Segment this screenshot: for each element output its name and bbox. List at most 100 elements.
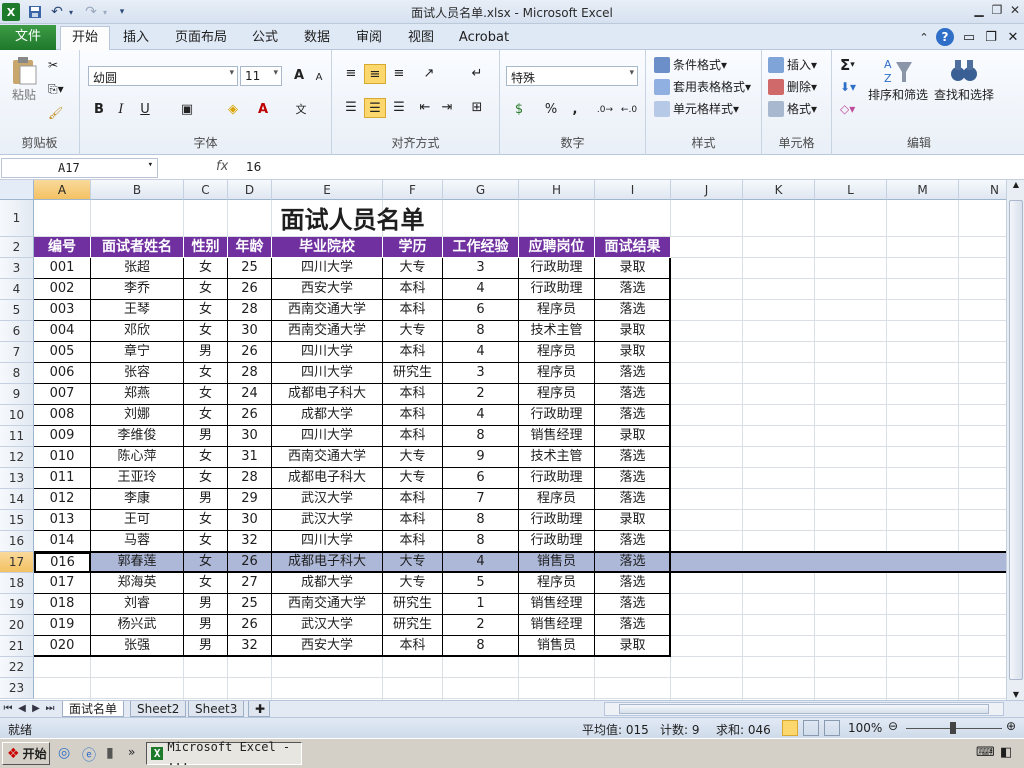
table-cell[interactable]: 落选 (595, 615, 671, 636)
table-cell[interactable]: 西南交通大学 (272, 321, 383, 342)
format-cells-button[interactable]: 格式 ▾ (768, 100, 817, 117)
table-cell[interactable]: 李乔 (91, 279, 184, 300)
table-cell[interactable]: 26 (228, 279, 272, 300)
table-header-cell[interactable]: 毕业院校 (272, 237, 383, 258)
font-name-combo[interactable]: 幼圆 ▾ (88, 66, 238, 86)
table-cell[interactable]: 落选 (595, 573, 671, 594)
table-cell[interactable]: 四川大学 (272, 363, 383, 384)
italic-button[interactable]: I (110, 100, 132, 120)
table-cell[interactable]: 26 (228, 615, 272, 636)
table-cell[interactable]: 女 (184, 321, 228, 342)
table-cell[interactable]: 本科 (383, 279, 443, 300)
align-left-icon[interactable]: ☰ (340, 98, 362, 118)
table-cell[interactable]: 女 (184, 384, 228, 405)
table-cell[interactable]: 落选 (595, 384, 671, 405)
table-cell[interactable]: 32 (228, 531, 272, 552)
table-cell[interactable]: 25 (228, 258, 272, 279)
table-cell[interactable]: 大专 (383, 552, 443, 573)
sort-filter-button[interactable]: AZ 排序和筛选 (868, 56, 928, 103)
tray-icon[interactable]: ◧ (1000, 745, 1012, 760)
table-cell[interactable]: 张强 (91, 636, 184, 657)
delete-cells-button[interactable]: 删除 ▾ (768, 78, 817, 95)
insert-cells-button[interactable]: 插入 ▾ (768, 56, 817, 73)
table-cell[interactable]: 女 (184, 258, 228, 279)
redo-icon[interactable]: ↷ (82, 3, 100, 21)
align-middle-icon[interactable]: ≡ (364, 64, 386, 84)
table-cell[interactable]: 28 (228, 363, 272, 384)
table-cell[interactable]: 西安大学 (272, 636, 383, 657)
table-cell[interactable]: 大专 (383, 468, 443, 489)
tab-file[interactable]: 文件 (0, 25, 56, 50)
table-cell[interactable]: 007 (34, 384, 91, 405)
table-cell[interactable]: 26 (228, 405, 272, 426)
shrink-font-button[interactable]: A (308, 68, 330, 88)
table-cell[interactable]: 研究生 (383, 594, 443, 615)
row-header-6[interactable]: 6 (0, 321, 34, 342)
table-cell[interactable]: 8 (443, 636, 519, 657)
column-header-e[interactable]: E (272, 180, 383, 200)
taskbar-excel-button[interactable]: X Microsoft Excel - ... (146, 740, 302, 768)
tab-formulas[interactable]: 公式 (246, 28, 284, 50)
table-cell[interactable]: 落选 (595, 279, 671, 300)
table-cell[interactable]: 四川大学 (272, 426, 383, 447)
table-cell[interactable]: 28 (228, 468, 272, 489)
row-header-1[interactable]: 1 (0, 200, 34, 237)
table-header-cell[interactable]: 面试结果 (595, 237, 671, 258)
row-header-23[interactable]: 23 (0, 678, 34, 699)
vertical-scrollbar[interactable]: ▲ ▼ (1006, 180, 1024, 700)
next-sheet-icon[interactable]: ▶ (30, 702, 42, 716)
table-cell[interactable]: 本科 (383, 342, 443, 363)
table-cell[interactable]: 郑海英 (91, 573, 184, 594)
horizontal-scrollbar[interactable] (604, 702, 1004, 716)
comma-button[interactable]: , (564, 100, 586, 120)
table-cell[interactable]: 成都大学 (272, 573, 383, 594)
align-bottom-icon[interactable]: ≡ (388, 64, 410, 84)
last-sheet-icon[interactable]: ⏭ (44, 702, 56, 716)
table-cell[interactable]: 研究生 (383, 363, 443, 384)
table-cell[interactable]: 5 (443, 573, 519, 594)
table-cell[interactable]: 录取 (595, 342, 671, 363)
autosum-button[interactable]: Σ ▾ (840, 56, 855, 74)
fill-color-icon[interactable]: ◈ (222, 100, 244, 120)
table-cell[interactable]: 003 (34, 300, 91, 321)
table-cell[interactable]: 3 (443, 363, 519, 384)
close-icon[interactable]: ✕ (1006, 3, 1024, 19)
table-cell[interactable]: 女 (184, 279, 228, 300)
table-cell[interactable]: 张容 (91, 363, 184, 384)
table-cell[interactable]: 29 (228, 489, 272, 510)
align-right-icon[interactable]: ☰ (388, 98, 410, 118)
table-cell[interactable]: 技术主管 (519, 321, 595, 342)
tab-insert[interactable]: 插入 (116, 28, 156, 50)
table-cell[interactable]: 王琴 (91, 300, 184, 321)
tab-acrobat[interactable]: Acrobat (454, 28, 514, 50)
row-header-5[interactable]: 5 (0, 300, 34, 321)
column-header-k[interactable]: K (743, 180, 815, 200)
table-cell[interactable]: 销售经理 (519, 594, 595, 615)
sheet-tab-3[interactable]: Sheet3 (188, 701, 245, 717)
table-cell[interactable]: 李维俊 (91, 426, 184, 447)
table-cell[interactable]: 销售员 (519, 636, 595, 657)
column-header-f[interactable]: F (383, 180, 443, 200)
prev-sheet-icon[interactable]: ◀ (16, 702, 28, 716)
tab-view[interactable]: 视图 (402, 28, 440, 50)
tab-data[interactable]: 数据 (298, 28, 336, 50)
decrease-indent-icon[interactable]: ⇤ (414, 98, 436, 118)
wrap-text-icon[interactable]: ↵ (466, 64, 488, 84)
table-cell[interactable]: 019 (34, 615, 91, 636)
table-cell[interactable]: 010 (34, 447, 91, 468)
quicklaunch-more-icon[interactable]: » (128, 745, 135, 759)
table-cell[interactable]: 销售员 (519, 552, 595, 573)
column-header-n[interactable]: N (959, 180, 1006, 200)
table-cell[interactable]: 大专 (383, 573, 443, 594)
table-cell[interactable]: 行政助理 (519, 258, 595, 279)
table-cell[interactable]: 落选 (595, 552, 671, 573)
table-header-cell[interactable]: 应聘岗位 (519, 237, 595, 258)
table-cell[interactable]: 女 (184, 468, 228, 489)
formula-input[interactable]: 16 (246, 160, 261, 174)
underline-button[interactable]: U (134, 100, 156, 120)
row-header-19[interactable]: 19 (0, 594, 34, 615)
grow-font-button[interactable]: A (288, 66, 310, 86)
customize-toolbar-icon[interactable]: ▾ (116, 3, 128, 21)
column-header-h[interactable]: H (519, 180, 595, 200)
align-center-icon[interactable]: ☰ (364, 98, 386, 118)
